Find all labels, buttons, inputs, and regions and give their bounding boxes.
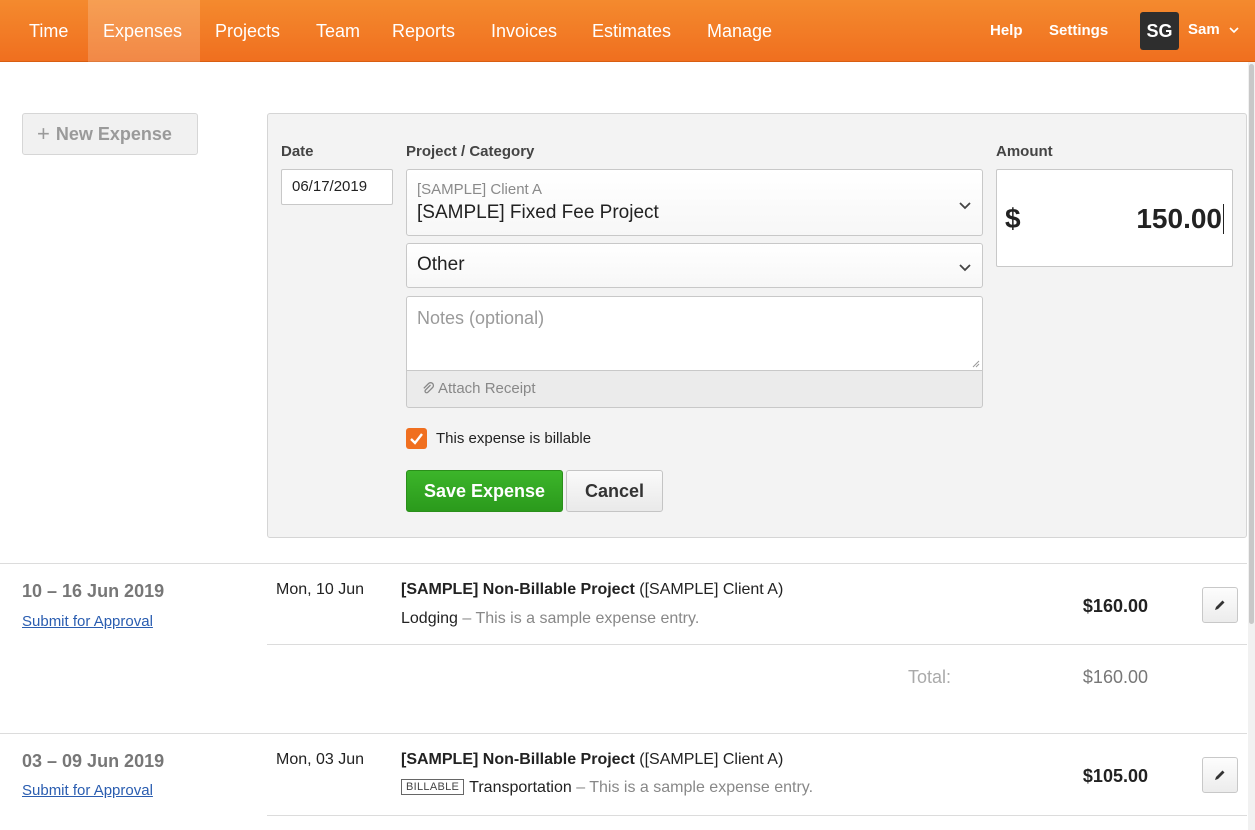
- entry-description: – This is a sample expense entry.: [576, 779, 814, 796]
- entry-project: [SAMPLE] Non-Billable Project ([SAMPLE] …: [401, 751, 783, 769]
- checkmark-icon: [410, 433, 423, 445]
- entry-day: Mon, 10 Jun: [276, 581, 365, 598]
- divider: [267, 644, 1247, 645]
- nav-estimates[interactable]: Estimates: [577, 0, 686, 62]
- new-expense-label: New Expense: [55, 124, 172, 144]
- nav-time[interactable]: Time: [14, 0, 83, 62]
- project-client-text: [SAMPLE] Client A: [417, 181, 543, 198]
- entry-client: ([SAMPLE] Client A): [639, 751, 784, 768]
- entry-client: ([SAMPLE] Client A): [639, 581, 784, 598]
- nav-team[interactable]: Team: [301, 0, 375, 62]
- amount-input[interactable]: $ 150.00: [996, 169, 1233, 267]
- entry-project: [SAMPLE] Non-Billable Project ([SAMPLE] …: [401, 581, 783, 599]
- resize-grip-icon[interactable]: [970, 358, 980, 368]
- entry-amount: $160.00: [1082, 596, 1148, 616]
- divider: [0, 563, 1247, 564]
- entry-project-name: [SAMPLE] Non-Billable Project: [401, 751, 635, 768]
- chevron-down-icon: [959, 202, 971, 210]
- entry-description: – This is a sample expense entry.: [462, 610, 700, 627]
- chevron-down-icon[interactable]: [1228, 24, 1240, 36]
- week-range: 10 – 16 Jun 2019: [22, 581, 165, 601]
- entry-category: BILLABLE Transportation – This is a sampl…: [401, 779, 813, 797]
- avatar[interactable]: SG: [1140, 12, 1179, 50]
- user-menu-name[interactable]: Sam: [1188, 0, 1220, 62]
- nav-reports[interactable]: Reports: [377, 0, 470, 62]
- pencil-icon: [1215, 770, 1225, 780]
- amount-value: 150.00: [1136, 203, 1222, 234]
- nav-invoices[interactable]: Invoices: [476, 0, 572, 62]
- billable-badge: BILLABLE: [401, 779, 465, 795]
- edit-entry-button[interactable]: [1202, 587, 1238, 623]
- entry-category: Lodging – This is a sample expense entry…: [401, 610, 699, 628]
- nav-expenses[interactable]: Expenses: [88, 0, 200, 62]
- edit-entry-button[interactable]: [1202, 757, 1238, 793]
- submit-for-approval-link[interactable]: Submit for Approval: [22, 782, 153, 799]
- nav-projects[interactable]: Projects: [200, 0, 295, 62]
- date-label: Date: [281, 143, 314, 160]
- project-category-label: Project / Category: [406, 143, 535, 160]
- total-label: Total:: [908, 667, 952, 687]
- scrollbar-thumb[interactable]: [1249, 64, 1254, 624]
- week-total: $160.00: [1082, 667, 1148, 687]
- date-input[interactable]: 06/17/2019: [281, 169, 393, 205]
- divider: [267, 815, 1247, 816]
- submit-for-approval-link[interactable]: Submit for Approval: [22, 613, 153, 630]
- text-caret: [1223, 204, 1224, 234]
- entry-category-name: Lodging: [401, 610, 458, 627]
- entry-day: Mon, 03 Jun: [276, 751, 365, 768]
- new-expense-button[interactable]: + New Expense: [22, 113, 198, 155]
- attach-receipt-button[interactable]: Attach Receipt: [406, 370, 983, 408]
- entry-category-name: Transportation: [469, 779, 572, 796]
- amount-label: Amount: [996, 143, 1053, 160]
- week-range: 03 – 09 Jun 2019: [22, 751, 165, 771]
- category-select[interactable]: Other: [406, 243, 983, 288]
- entry-amount: $105.00: [1082, 766, 1148, 786]
- notes-placeholder: Notes (optional): [417, 308, 545, 328]
- currency-symbol: $: [1005, 203, 1021, 234]
- nav-manage[interactable]: Manage: [692, 0, 787, 62]
- chevron-down-icon: [959, 264, 971, 272]
- divider: [0, 733, 1247, 734]
- project-name-text: [SAMPLE] Fixed Fee Project: [417, 202, 659, 223]
- plus-icon: +: [37, 121, 50, 146]
- project-select[interactable]: [SAMPLE] Client A [SAMPLE] Fixed Fee Pro…: [406, 169, 983, 236]
- notes-textarea[interactable]: Notes (optional): [406, 296, 983, 371]
- attach-receipt-label: Attach Receipt: [438, 380, 536, 397]
- cancel-button[interactable]: Cancel: [566, 470, 663, 512]
- billable-label: This expense is billable: [436, 430, 592, 447]
- billable-checkbox[interactable]: [406, 428, 427, 449]
- nav-help[interactable]: Help: [990, 0, 1023, 62]
- entry-project-name: [SAMPLE] Non-Billable Project: [401, 581, 635, 598]
- save-expense-button[interactable]: Save Expense: [406, 470, 563, 512]
- top-nav: Time Expenses Projects Team Reports Invo…: [0, 0, 1255, 62]
- paperclip-icon: [423, 382, 435, 394]
- nav-settings[interactable]: Settings: [1049, 0, 1108, 62]
- category-value: Other: [417, 254, 465, 275]
- pencil-icon: [1215, 600, 1225, 610]
